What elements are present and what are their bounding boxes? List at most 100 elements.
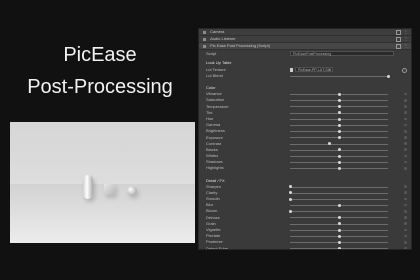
param-slider[interactable] — [288, 197, 388, 201]
slider-knob[interactable] — [337, 117, 341, 121]
param-override-toggle[interactable] — [404, 92, 407, 96]
param-slider[interactable] — [290, 123, 388, 127]
slider-knob[interactable] — [327, 142, 331, 146]
param-label: Clarity — [206, 189, 218, 195]
slider-knob[interactable] — [337, 98, 341, 102]
param-override-toggle[interactable] — [404, 203, 407, 207]
script-icon — [203, 44, 206, 48]
param-override-toggle[interactable] — [404, 111, 407, 114]
param-label: Smooth — [206, 196, 220, 201]
slider-knob[interactable] — [337, 105, 341, 109]
param-override-toggle[interactable] — [404, 129, 407, 133]
slider-knob[interactable] — [337, 148, 341, 152]
slider-knob[interactable] — [337, 111, 341, 115]
script-row: Script PicEasePostProcessing — [199, 50, 411, 57]
param-slider[interactable] — [290, 228, 388, 232]
slider-knob[interactable] — [337, 240, 341, 244]
slider-knob[interactable] — [337, 228, 341, 232]
param-slider[interactable] — [290, 216, 388, 220]
param-slider[interactable] — [290, 148, 388, 152]
param-override-toggle[interactable] — [404, 216, 407, 219]
param-slider[interactable] — [288, 209, 388, 213]
param-override-toggle[interactable] — [404, 247, 407, 249]
slider-knob[interactable] — [337, 154, 341, 158]
param-slider[interactable] — [290, 222, 388, 226]
param-override-toggle[interactable] — [404, 167, 407, 170]
slider-knob[interactable] — [337, 203, 341, 207]
param-slider[interactable] — [290, 154, 388, 158]
slider-knob[interactable] — [337, 234, 341, 238]
component-menu-icon[interactable]: ⋮ — [404, 37, 408, 41]
component-audio-listener[interactable]: Audio Listener ⋮ — [199, 36, 411, 43]
param-override-toggle[interactable] — [404, 123, 407, 127]
param-override-toggle[interactable] — [404, 191, 407, 194]
slider-knob[interactable] — [337, 92, 341, 96]
param-override-toggle[interactable] — [404, 222, 407, 225]
slider-knob[interactable] — [337, 123, 341, 127]
param-label: Temperature — [206, 103, 229, 109]
param-slider[interactable] — [290, 167, 388, 171]
slider-knob[interactable] — [337, 222, 341, 226]
param-label: Highlights — [206, 165, 224, 171]
section-color-title: Color — [206, 85, 216, 91]
scene-viewport — [10, 122, 195, 243]
param-label: Pixelate — [206, 233, 221, 239]
param-label: Grain — [206, 220, 216, 226]
param-override-toggle[interactable] — [404, 105, 407, 108]
sphere-object — [127, 186, 137, 196]
param-slider[interactable] — [288, 191, 388, 195]
component-picease-script[interactable]: Pic Ease Post Processing (Script) ⋮ — [199, 43, 411, 50]
param-slider[interactable] — [290, 247, 388, 249]
slider-knob[interactable] — [337, 136, 341, 140]
param-slider[interactable] — [290, 142, 388, 146]
param-slider[interactable] — [290, 117, 388, 121]
component-enabled-checkbox[interactable] — [396, 44, 401, 49]
param-slider[interactable] — [290, 203, 388, 207]
param-override-toggle[interactable] — [404, 240, 407, 244]
slider-knob[interactable] — [288, 185, 292, 189]
slider-knob[interactable] — [288, 197, 292, 201]
component-enabled-checkbox[interactable] — [396, 37, 401, 42]
param-slider[interactable] — [290, 136, 388, 140]
param-override-toggle[interactable] — [404, 228, 407, 232]
component-camera[interactable]: Camera ⋮ — [199, 29, 411, 36]
param-slider[interactable] — [290, 234, 388, 238]
param-override-toggle[interactable] — [404, 185, 407, 188]
slider-knob[interactable] — [337, 167, 341, 171]
lut-blend-slider[interactable] — [290, 74, 390, 78]
param-override-toggle[interactable] — [404, 160, 407, 164]
param-override-toggle[interactable] — [404, 209, 407, 213]
slider-knob[interactable] — [288, 191, 292, 195]
param-override-toggle[interactable] — [404, 234, 407, 238]
param-override-toggle[interactable] — [404, 98, 407, 102]
slider-knob[interactable] — [288, 209, 292, 213]
param-slider[interactable] — [290, 129, 388, 133]
slider-knob[interactable] — [386, 74, 390, 78]
param-override-toggle[interactable] — [404, 142, 407, 145]
param-slider[interactable] — [290, 240, 388, 244]
lut-texture-field[interactable]: PicEase-PP-LUT-Still — [295, 67, 333, 72]
slider-knob[interactable] — [337, 247, 341, 249]
script-field[interactable]: PicEasePostProcessing — [290, 51, 394, 56]
param-slider[interactable] — [288, 185, 388, 189]
slider-knob[interactable] — [337, 129, 341, 133]
param-override-toggle[interactable] — [404, 148, 407, 152]
param-override-toggle[interactable] — [404, 136, 407, 139]
param-slider[interactable] — [290, 98, 388, 102]
param-slider[interactable] — [290, 92, 388, 96]
param-slider[interactable] — [290, 160, 388, 164]
param-override-toggle[interactable] — [404, 117, 407, 121]
component-enabled-checkbox[interactable] — [396, 30, 401, 35]
param-override-toggle[interactable] — [404, 154, 407, 158]
component-menu-icon[interactable]: ⋮ — [404, 30, 408, 34]
slider-knob[interactable] — [337, 216, 341, 220]
param-override-toggle[interactable] — [404, 197, 407, 201]
object-picker-icon[interactable] — [402, 67, 407, 73]
param-label: Sharpen — [206, 183, 222, 189]
slider-knob[interactable] — [337, 160, 341, 164]
param-label: Gamma — [206, 122, 221, 128]
param-slider[interactable] — [290, 111, 388, 115]
param-slider[interactable] — [290, 105, 388, 109]
param-label: Tint — [206, 109, 213, 115]
component-menu-icon[interactable]: ⋮ — [404, 44, 408, 48]
